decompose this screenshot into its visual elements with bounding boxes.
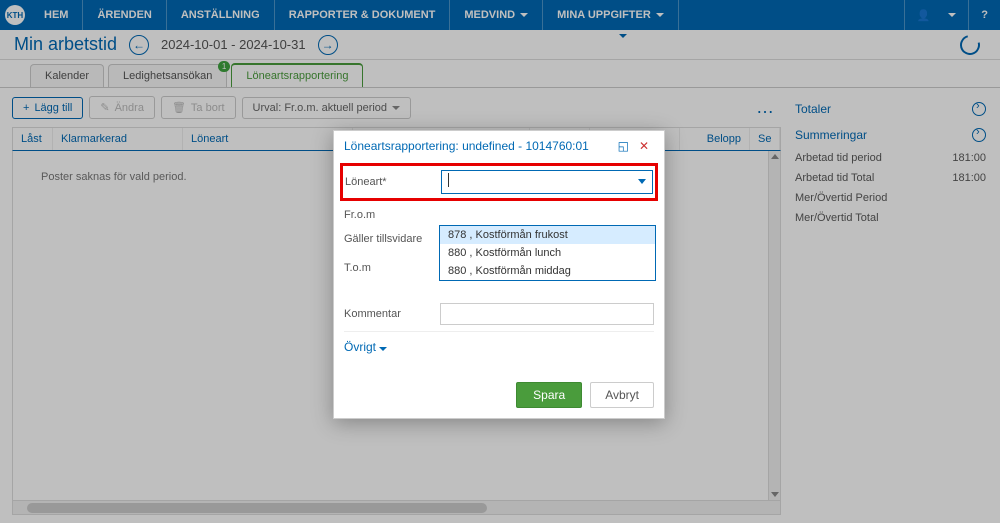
modal-title: Löneartsrapportering: undefined - 101476… bbox=[344, 139, 613, 153]
dropdown-option[interactable]: 880 , Kostförmån lunch bbox=[440, 244, 655, 262]
label-loneart: Löneart* bbox=[345, 176, 441, 188]
loneart-select[interactable] bbox=[441, 170, 653, 194]
modal-header: Löneartsrapportering: undefined - 101476… bbox=[334, 131, 664, 161]
kommentar-input[interactable] bbox=[440, 303, 654, 325]
expand-modal-icon[interactable]: ◱ bbox=[613, 139, 634, 153]
modal-footer: Spara Avbryt bbox=[334, 372, 664, 418]
cancel-button[interactable]: Avbryt bbox=[590, 382, 654, 408]
chevron-down-icon bbox=[379, 347, 387, 351]
text-cursor bbox=[448, 173, 449, 187]
row-kommentar: Kommentar bbox=[344, 285, 654, 331]
dropdown-option[interactable]: 878 , Kostförmån frukost bbox=[440, 226, 655, 244]
label-tom: T.o.m bbox=[344, 262, 440, 274]
close-icon[interactable]: ✕ bbox=[634, 139, 654, 153]
row-loneart-highlight: Löneart* bbox=[340, 163, 658, 201]
dropdown-option[interactable]: 880 , Kostförmån middag bbox=[440, 262, 655, 280]
ovrigt-label: Övrigt bbox=[344, 340, 376, 354]
label-kommentar: Kommentar bbox=[344, 308, 440, 320]
save-button[interactable]: Spara bbox=[516, 382, 582, 408]
chevron-down-icon bbox=[638, 179, 646, 184]
label-from: Fr.o.m bbox=[344, 209, 440, 221]
modal: Löneartsrapportering: undefined - 101476… bbox=[333, 130, 665, 419]
ovrigt-toggle[interactable]: Övrigt bbox=[344, 331, 654, 362]
label-galler: Gäller tillsvidare bbox=[344, 233, 422, 245]
row-from: Fr.o.m bbox=[344, 203, 654, 227]
loneart-dropdown: 878 , Kostförmån frukost 880 , Kostförmå… bbox=[439, 225, 656, 281]
